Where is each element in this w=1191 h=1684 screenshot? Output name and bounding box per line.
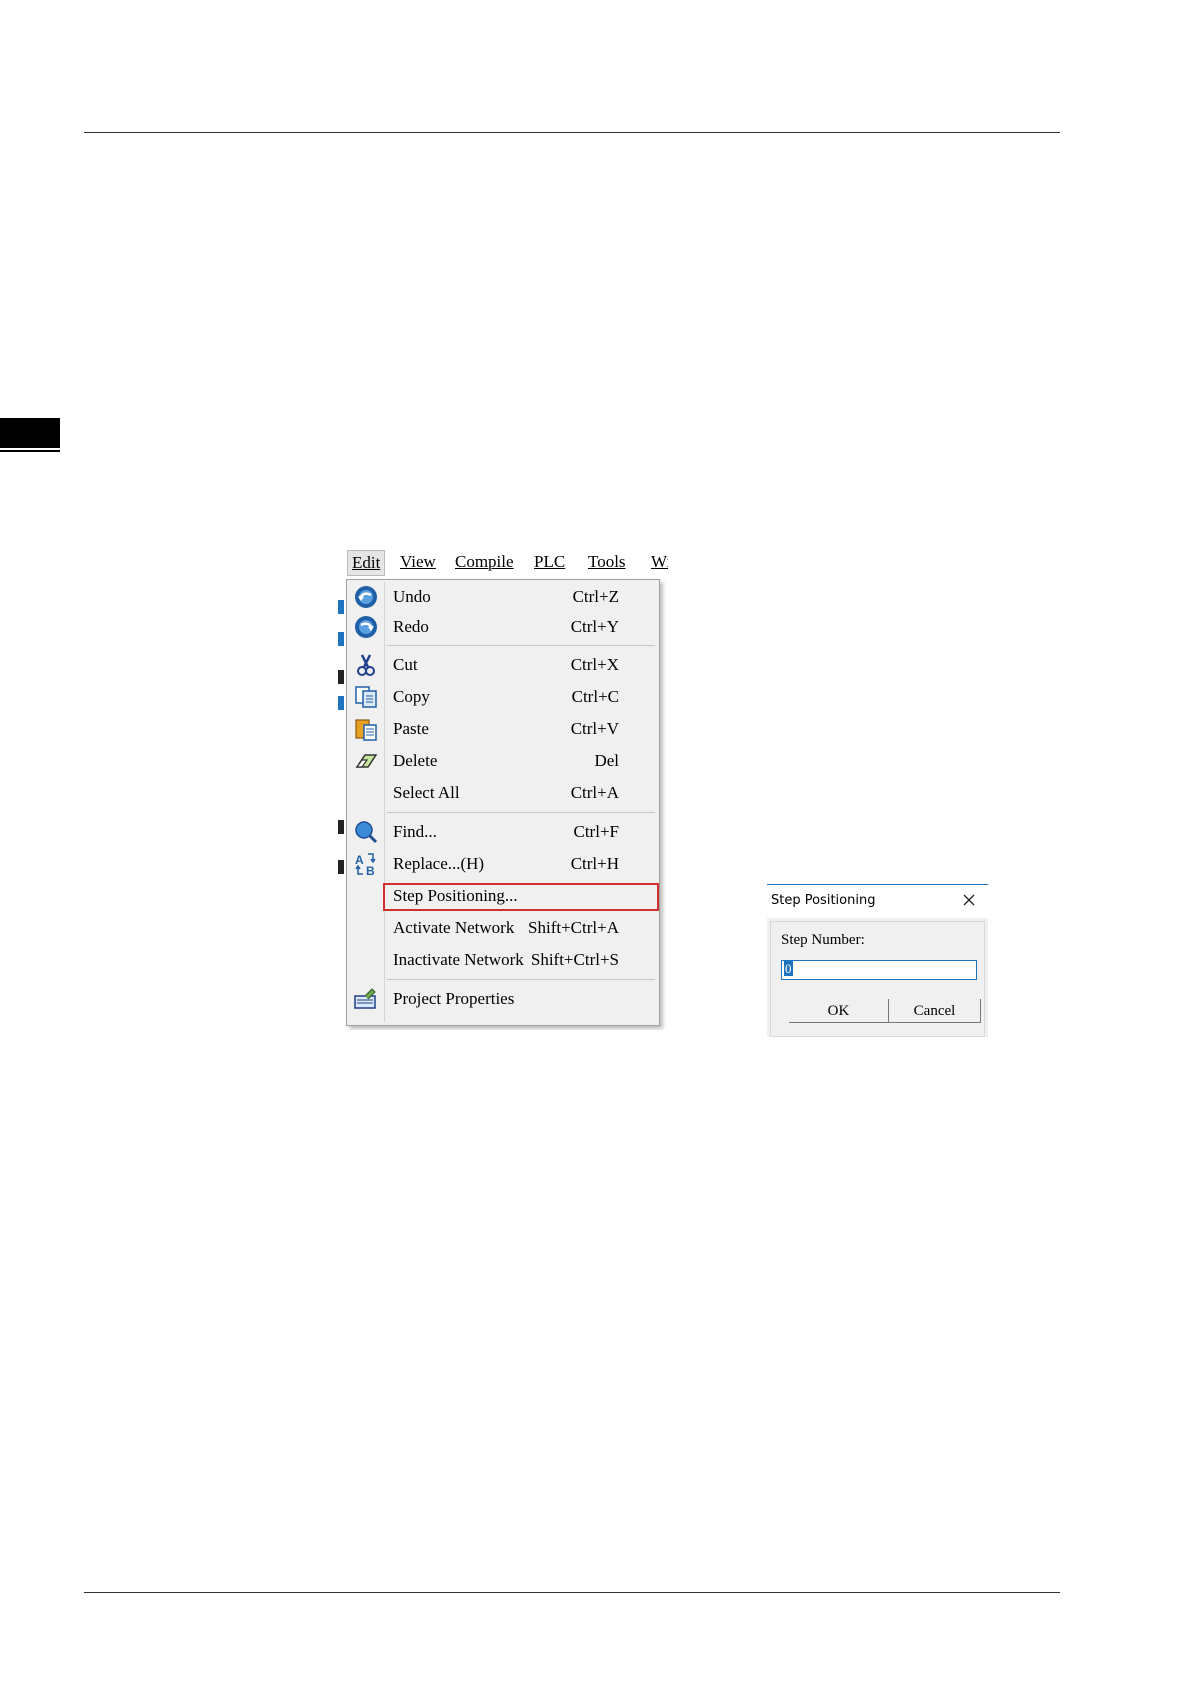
menu-item-label: Inactivate Network <box>393 950 524 969</box>
menu-item-activate-network[interactable]: Activate Network Shift+Ctrl+A <box>347 913 659 943</box>
menu-window[interactable]: Wi <box>651 552 668 572</box>
menu-item-label: Cut <box>393 655 418 674</box>
magnifier-icon <box>355 821 378 844</box>
menu-item-find[interactable]: Find... Ctrl+F <box>347 817 659 847</box>
menu-item-shortcut: Ctrl+Z <box>572 587 619 606</box>
menu-item-select-all[interactable]: Select All Ctrl+A <box>347 778 659 808</box>
copy-icon <box>355 686 377 708</box>
menu-tools[interactable]: Tools <box>588 552 626 572</box>
step-number-label: Step Number: <box>781 932 865 948</box>
menu-item-label: Paste <box>393 719 429 738</box>
menu-item-step-positioning[interactable]: Step Positioning... <box>347 881 659 911</box>
menu-item-shortcut: Ctrl+Y <box>570 617 619 636</box>
menu-item-shortcut: Ctrl+X <box>570 655 619 674</box>
menu-item-replace[interactable]: A B Replace...(H) Ctrl+H <box>347 849 659 879</box>
chapter-side-tab <box>0 418 60 448</box>
scissors-icon <box>357 654 375 676</box>
menu-item-shortcut: Ctrl+C <box>571 687 619 706</box>
menu-item-shortcut: Shift+Ctrl+A <box>528 918 619 937</box>
menu-item-label: Redo <box>393 617 429 636</box>
edit-dropdown: Undo Ctrl+Z Redo Ctrl+Y Cut Ctrl+X Copy … <box>346 579 660 1026</box>
menu-plc[interactable]: PLC <box>534 552 565 572</box>
cancel-button[interactable]: Cancel <box>889 999 981 1023</box>
menu-item-shortcut: Ctrl+V <box>570 719 619 738</box>
menu-bar: Edit View Compile PLC Tools Wi <box>338 545 668 579</box>
footer-rule <box>84 1592 1060 1593</box>
paste-icon <box>355 719 377 741</box>
menu-item-undo[interactable]: Undo Ctrl+Z <box>347 582 659 612</box>
menu-item-shortcut: Shift+Ctrl+S <box>530 950 619 969</box>
menu-separator <box>387 979 655 980</box>
step-number-input[interactable]: 0 <box>781 960 977 980</box>
menu-item-project-properties[interactable]: Project Properties <box>347 984 659 1014</box>
undo-icon <box>355 586 377 608</box>
header-rule <box>84 132 1060 133</box>
menu-item-delete[interactable]: Delete Del <box>347 746 659 776</box>
menu-item-label: Find... <box>393 822 437 841</box>
menu-item-label: Undo <box>393 587 431 606</box>
menu-item-label: Select All <box>393 783 460 802</box>
eraser-icon <box>355 754 378 768</box>
menu-item-shortcut: Ctrl+F <box>573 822 620 841</box>
menu-item-redo[interactable]: Redo Ctrl+Y <box>347 612 659 642</box>
edit-menu-screenshot: Edit View Compile PLC Tools Wi Undo Ctrl… <box>338 545 668 1030</box>
menu-item-label: Replace...(H) <box>393 854 485 873</box>
menu-item-label: Project Properties <box>393 989 515 1008</box>
chapter-side-tab-underline <box>0 450 60 452</box>
menu-item-copy[interactable]: Copy Ctrl+C <box>347 682 659 712</box>
menu-item-label: Activate Network <box>393 918 515 937</box>
menu-item-label: Step Positioning... <box>393 886 518 905</box>
menu-item-label: Copy <box>393 687 430 706</box>
menu-separator <box>387 812 655 813</box>
menu-separator <box>387 645 655 646</box>
svg-text:B: B <box>366 864 375 876</box>
background-window-edge <box>338 580 346 1030</box>
menu-compile[interactable]: Compile <box>455 552 514 572</box>
dialog-title: Step Positioning <box>771 893 876 908</box>
step-number-value: 0 <box>784 961 793 976</box>
menu-item-shortcut: Ctrl+H <box>570 854 619 873</box>
menu-view[interactable]: View <box>400 552 436 572</box>
redo-icon <box>355 616 377 638</box>
menu-item-cut[interactable]: Cut Ctrl+X <box>347 650 659 680</box>
menu-item-shortcut: Ctrl+A <box>570 783 619 802</box>
ok-button[interactable]: OK <box>789 999 889 1023</box>
close-icon[interactable] <box>960 891 978 909</box>
properties-icon <box>354 988 376 1009</box>
menu-edit[interactable]: Edit <box>347 550 386 576</box>
menu-item-inactivate-network[interactable]: Inactivate Network Shift+Ctrl+S <box>347 945 659 975</box>
replace-icon: A B <box>355 853 376 876</box>
svg-text:A: A <box>355 853 364 867</box>
step-positioning-dialog: Step Positioning Step Number: 0 OK Cance… <box>767 884 988 1037</box>
menu-item-paste[interactable]: Paste Ctrl+V <box>347 714 659 744</box>
menu-item-shortcut: Del <box>594 751 619 770</box>
dialog-titlebar: Step Positioning <box>767 885 988 918</box>
menu-item-label: Delete <box>393 751 438 770</box>
